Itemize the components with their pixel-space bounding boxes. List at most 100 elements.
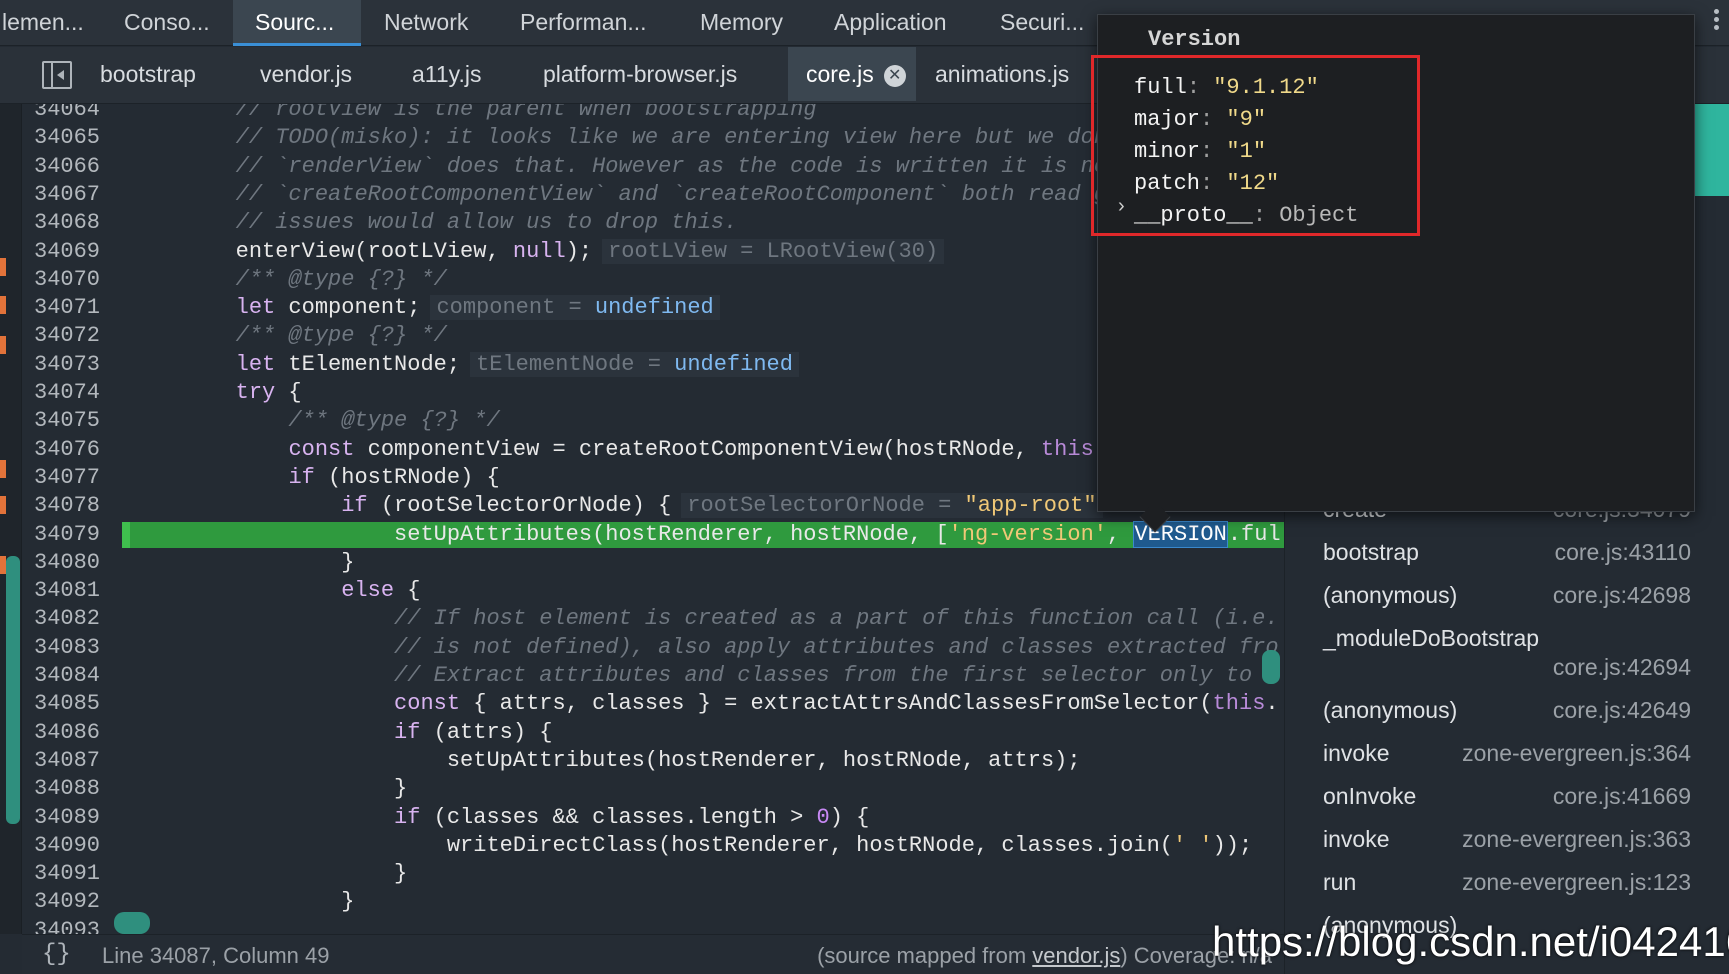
line-number[interactable]: 34089 xyxy=(34,804,134,832)
call-frame-location[interactable]: core.js:42649 xyxy=(1553,697,1691,724)
tab-memory[interactable]: Memory xyxy=(686,0,804,46)
call-frame-name[interactable]: invoke xyxy=(1323,740,1389,767)
line-number[interactable]: 34084 xyxy=(34,662,134,690)
line-number[interactable]: 34069 xyxy=(34,238,134,266)
tab-network[interactable]: Network xyxy=(372,0,490,46)
code-scrollbar-thumb[interactable] xyxy=(1262,650,1280,684)
line-number[interactable]: 34070 xyxy=(34,266,134,294)
code-line: 34083 // is not defined), also apply att… xyxy=(22,634,1284,662)
line-number[interactable]: 34091 xyxy=(34,860,134,888)
inline-value: tElementNode = undefined xyxy=(470,351,799,377)
tab-elements[interactable]: lemen... xyxy=(0,0,100,46)
code-line: 34069 enterView(rootLView, null); rootLVi… xyxy=(22,238,1284,266)
line-number[interactable]: 34079 xyxy=(34,521,134,549)
source-map-link[interactable]: vendor.js xyxy=(1032,943,1120,968)
file-tab-core-label: core.js xyxy=(806,61,874,87)
call-frame-location[interactable]: zone-evergreen.js:123 xyxy=(1462,869,1691,896)
code-text: // issues would allow us to drop this. xyxy=(235,210,738,236)
navigator-scrollbar[interactable] xyxy=(6,556,20,824)
breakpoint-marker xyxy=(0,258,6,276)
file-tab-core[interactable]: core.js ✕ xyxy=(788,47,916,101)
line-number[interactable]: 34088 xyxy=(34,775,134,803)
line-number[interactable]: 34075 xyxy=(34,407,134,435)
file-tab-animations[interactable]: animations.js xyxy=(935,47,1069,101)
line-number[interactable]: 34078 xyxy=(34,492,134,520)
code-line: 34087 setUpAttributes(hostRenderer, host… xyxy=(22,747,1284,775)
code-text: // If host element is created as a part … xyxy=(394,606,1279,632)
tab-application[interactable]: Application xyxy=(820,0,970,46)
left-navigator-strip xyxy=(0,104,22,934)
popover-title: Version xyxy=(1148,27,1241,52)
code-text: // TODO(misko): it looks like we are ent… xyxy=(235,125,1107,151)
code-line: 34081 else { xyxy=(22,577,1284,605)
source-map-suffix: ) xyxy=(1120,943,1128,968)
call-frame-name[interactable]: run xyxy=(1323,869,1356,896)
call-frame-location[interactable]: core.js:42698 xyxy=(1553,582,1691,609)
call-frame-name[interactable]: onInvoke xyxy=(1323,783,1416,810)
call-frame-location[interactable]: zone-evergreen.js:363 xyxy=(1462,826,1691,853)
call-frame-name[interactable]: invoke xyxy=(1323,826,1389,853)
code-text: if (hostRNode) { xyxy=(288,464,500,490)
line-number[interactable]: 34087 xyxy=(34,747,134,775)
line-number[interactable]: 34072 xyxy=(34,322,134,350)
line-number[interactable]: 34083 xyxy=(34,634,134,662)
code-text: let component; component = undefined xyxy=(130,294,720,322)
watermark: https://blog.csdn.net/i042416 xyxy=(1212,918,1729,965)
line-number[interactable]: 34067 xyxy=(34,181,134,209)
code-text: } xyxy=(130,549,355,575)
file-tab-vendor[interactable]: vendor.js xyxy=(260,47,352,101)
breakpoint-marker xyxy=(0,496,6,514)
expand-chevron-icon[interactable]: › xyxy=(1118,195,1125,218)
toggle-navigator-icon[interactable] xyxy=(42,61,72,89)
line-number[interactable]: 34085 xyxy=(34,690,134,718)
line-number[interactable]: 34080 xyxy=(34,549,134,577)
code-line: 34084 // Extract attributes and classes … xyxy=(22,662,1284,690)
file-tab-a11y[interactable]: a11y.js xyxy=(412,47,481,101)
code-text: enterView(rootLView, null); rootLView = L… xyxy=(130,238,945,266)
code-line: 34070 /** @type {?} */ xyxy=(22,266,1284,294)
line-number[interactable]: 34081 xyxy=(34,577,134,605)
right-panel-scrollbar[interactable] xyxy=(1694,104,1729,196)
call-frame-name[interactable]: _moduleDoBootstrap xyxy=(1323,625,1539,652)
line-number[interactable]: 34064 xyxy=(34,104,134,124)
call-frame-name[interactable]: (anonymous) xyxy=(1323,697,1457,724)
line-number[interactable]: 34065 xyxy=(34,124,134,152)
tab-security[interactable]: Securi... xyxy=(986,0,1098,46)
inline-value: rootLView = LRootView(30) xyxy=(602,238,945,264)
line-number[interactable]: 34071 xyxy=(34,294,134,322)
status-bar: {} Line 34087, Column 49 (source mapped … xyxy=(22,934,1284,974)
code-line: 34080 } xyxy=(22,549,1284,577)
call-frame-name[interactable]: bootstrap xyxy=(1323,539,1419,566)
call-frame-location[interactable]: core.js:41669 xyxy=(1553,783,1691,810)
popover-property: patch: "12" xyxy=(1134,171,1280,196)
file-tab-platform-browser[interactable]: platform-browser.js xyxy=(543,47,737,101)
file-tab-bootstrap[interactable]: bootstrap xyxy=(100,47,196,101)
breakpoint-marker xyxy=(0,296,6,314)
close-tab-icon[interactable]: ✕ xyxy=(883,65,906,87)
popover-property[interactable]: __proto__: Object xyxy=(1134,203,1358,228)
line-number[interactable]: 34066 xyxy=(34,153,134,181)
variable-popover: Version full: "9.1.12" major: "9" minor: "… xyxy=(1091,14,1695,512)
line-number[interactable]: 34082 xyxy=(34,605,134,633)
line-number[interactable]: 34073 xyxy=(34,351,134,379)
call-frame-location[interactable]: core.js:43110 xyxy=(1555,539,1691,566)
tab-console[interactable]: Conso... xyxy=(106,0,222,46)
code-text: // is not defined), also apply attribute… xyxy=(394,634,1279,660)
code-text: } xyxy=(130,776,408,802)
source-map-prefix: (source mapped from xyxy=(817,943,1033,968)
line-number[interactable]: 34077 xyxy=(34,464,134,492)
more-options-icon[interactable] xyxy=(1711,6,1721,40)
line-number[interactable]: 34090 xyxy=(34,832,134,860)
tab-performance[interactable]: Performan... xyxy=(506,0,666,46)
call-frame-location[interactable]: zone-evergreen.js:364 xyxy=(1462,740,1691,767)
line-number[interactable]: 34074 xyxy=(34,379,134,407)
line-number[interactable]: 34086 xyxy=(34,719,134,747)
tab-sources[interactable]: Sourc... xyxy=(233,0,361,46)
code-line: 34071 let component; component = undefine… xyxy=(22,294,1284,322)
call-frame-location[interactable]: core.js:42694 xyxy=(1553,654,1691,681)
call-frame-name[interactable]: (anonymous) xyxy=(1323,582,1457,609)
line-number[interactable]: 34068 xyxy=(34,209,134,237)
code-line: 34072 /** @type {?} */ xyxy=(22,322,1284,350)
line-number[interactable]: 34076 xyxy=(34,436,134,464)
pretty-print-button[interactable]: {} xyxy=(42,941,71,968)
